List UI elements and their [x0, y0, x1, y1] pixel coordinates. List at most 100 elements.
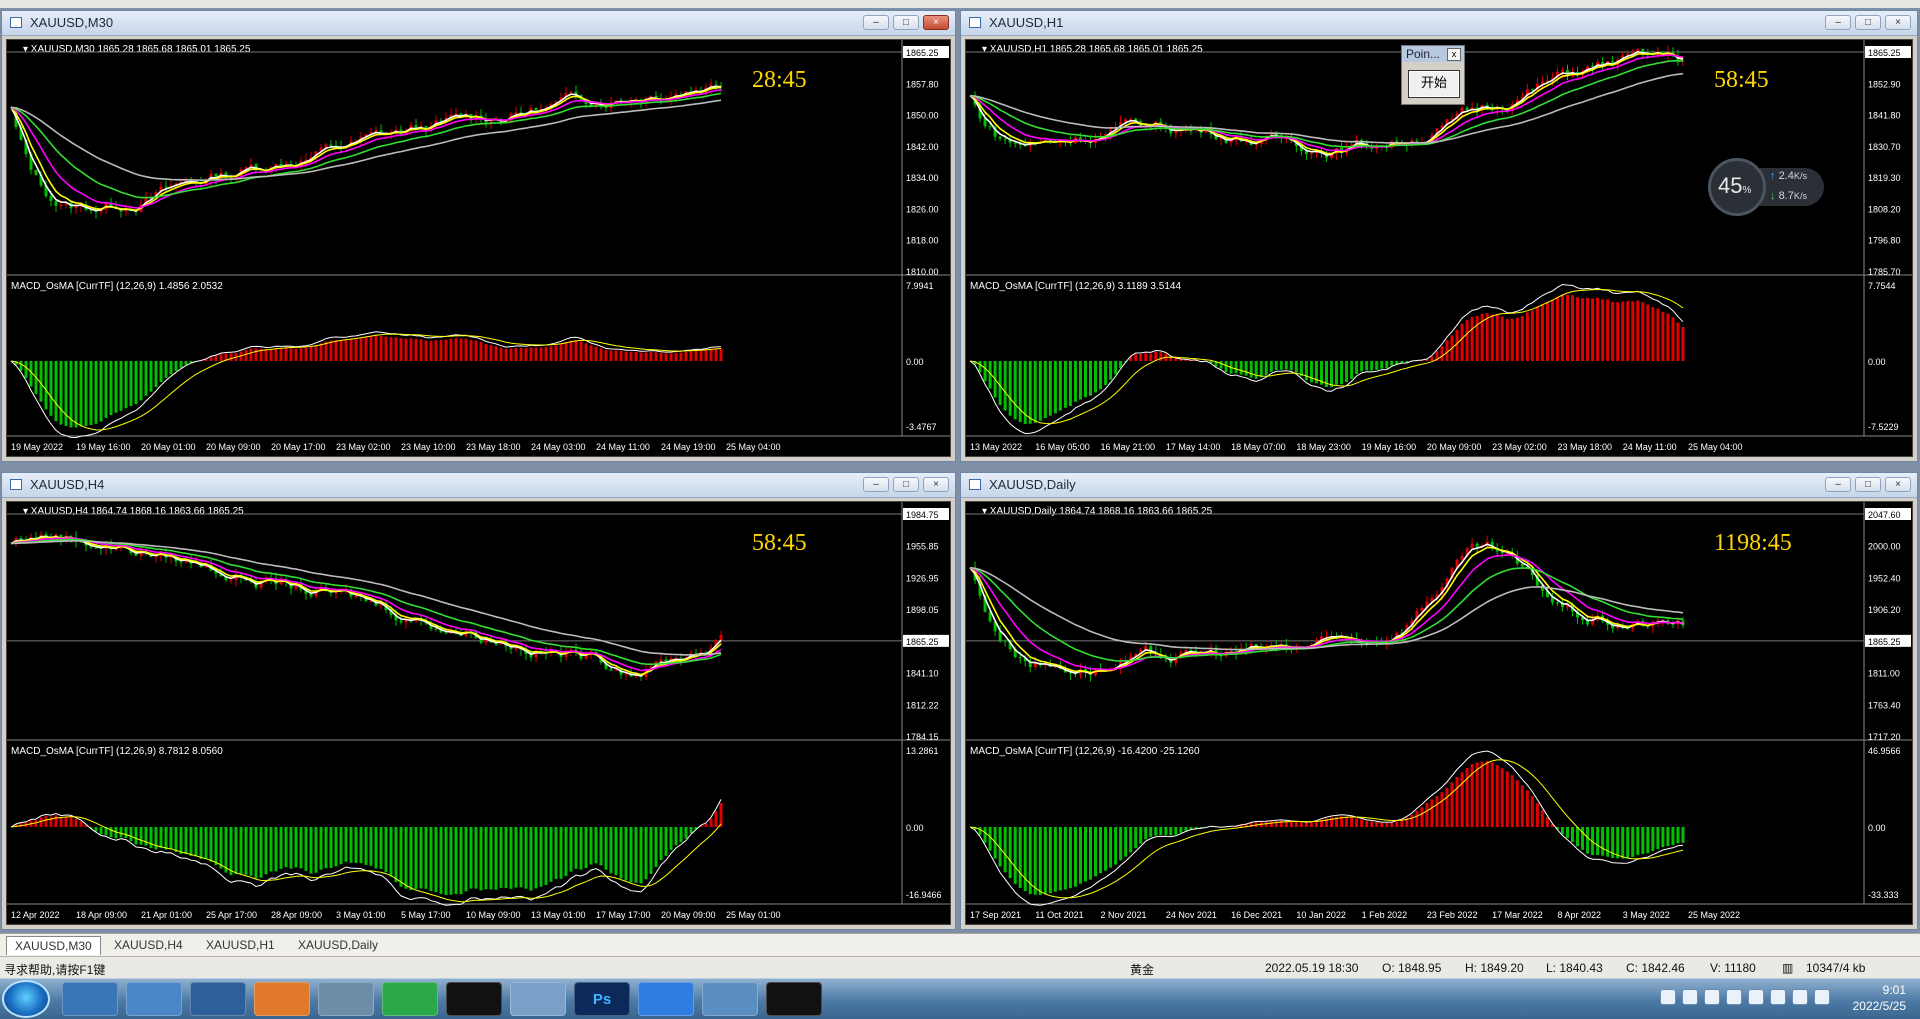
date-tick-label: 8 Apr 2022 [1557, 910, 1601, 920]
close-button[interactable]: × [1885, 477, 1911, 492]
macd-histogram [15, 803, 723, 895]
tray-icon[interactable] [1770, 989, 1786, 1005]
popup-close-button[interactable]: x [1447, 48, 1461, 61]
date-tick-label: 21 Apr 01:00 [141, 910, 192, 920]
bar-datetime: 2022.05.19 18:30 [1265, 961, 1358, 975]
tab-xauusd-daily[interactable]: XAUUSD,Daily [290, 936, 386, 954]
popup-title: Poin... [1406, 47, 1440, 61]
macd-tick-label: -33.333 [1868, 890, 1899, 900]
date-tick-label: 24 May 11:00 [1623, 442, 1677, 452]
date-tick-label: 23 May 02:00 [336, 442, 391, 452]
system-tray [1660, 989, 1830, 1005]
window-titlebar[interactable]: XAUUSD,Daily – □ × [961, 473, 1917, 498]
moving-average-line [970, 74, 1683, 143]
tray-icon[interactable] [1704, 989, 1720, 1005]
current-price-marker: 1865.25 [1868, 637, 1901, 647]
clock-time: 9:01 [1853, 982, 1906, 998]
date-tick-label: 16 May 05:00 [1035, 442, 1090, 452]
minimize-button[interactable]: – [1825, 15, 1851, 30]
maximize-button[interactable]: □ [1855, 477, 1881, 492]
moving-average-line [970, 55, 1683, 151]
window-titlebar[interactable]: XAUUSD,H1 – □ × [961, 11, 1917, 36]
network-speed-widget[interactable]: 45% ↑ 2.4K/s ↓ 8.7K/s [1708, 158, 1826, 218]
taskbar-app-photoshop[interactable]: Ps [574, 982, 630, 1016]
chart-area[interactable]: ▾ XAUUSD,M30 1865.28 1865.68 1865.01 186… [6, 39, 951, 457]
taskbar-app-classifier[interactable] [318, 982, 374, 1016]
window-title: XAUUSD,Daily [989, 477, 1076, 492]
tray-icon[interactable] [1792, 989, 1808, 1005]
price-tick-label: 1952.40 [1868, 573, 1901, 583]
current-price-marker: 1865.25 [1868, 48, 1901, 58]
maximize-button[interactable]: □ [893, 477, 919, 492]
candlesticks [15, 79, 723, 218]
date-tick-label: 23 May 18:00 [466, 442, 521, 452]
window-title: XAUUSD,H1 [989, 15, 1063, 30]
chart-area[interactable]: ▾ XAUUSD,Daily 1864.74 1868.16 1863.66 1… [965, 501, 1913, 925]
taskbar-app-media[interactable] [254, 982, 310, 1016]
taskbar-app-capcut2[interactable] [766, 982, 822, 1016]
chart-svg: ▾ XAUUSD,H4 1864.74 1868.16 1863.66 1865… [7, 502, 950, 924]
taskbar-app-display[interactable] [190, 982, 246, 1016]
tab-xauusd-m30[interactable]: XAUUSD,M30 [6, 936, 101, 955]
date-tick-label: 24 Nov 2021 [1166, 910, 1217, 920]
taskbar-clock[interactable]: 9:01 2022/5/25 [1853, 982, 1906, 1014]
chart-area[interactable]: ▾ XAUUSD,H4 1864.74 1868.16 1863.66 1865… [6, 501, 951, 925]
date-tick-label: 20 May 17:00 [271, 442, 326, 452]
taskbar-app-folder[interactable] [62, 982, 118, 1016]
minimize-button[interactable]: – [863, 15, 889, 30]
tab-xauusd-h1[interactable]: XAUUSD,H1 [198, 936, 283, 954]
macd-tick-label: 0.00 [906, 357, 924, 367]
taskbar-app-feishu[interactable] [638, 982, 694, 1016]
date-tick-label: 18 Apr 09:00 [76, 910, 127, 920]
taskbar-app-wechat[interactable] [382, 982, 438, 1016]
window-titlebar[interactable]: XAUUSD,M30 – □ × [2, 11, 955, 36]
moving-average-line [970, 548, 1683, 673]
candle-countdown-timer: 1198:45 [1714, 530, 1792, 556]
macd-tick-label: -16.9466 [906, 890, 942, 900]
taskbar-app-paint[interactable] [702, 982, 758, 1016]
date-tick-label: 16 Dec 2021 [1231, 910, 1282, 920]
download-speed: ↓ 8.7K/s [1770, 190, 1807, 202]
usage-percent: 45% [1718, 173, 1751, 199]
moving-average-line [11, 94, 721, 198]
date-tick-label: 20 May 09:00 [206, 442, 261, 452]
price-tick-label: 1784.15 [906, 732, 939, 742]
volume-icon[interactable] [1814, 989, 1830, 1005]
close-button[interactable]: × [923, 15, 949, 30]
macd-indicator-label: MACD_OsMA [CurrTF] (12,26,9) -16.4200 -2… [970, 746, 1200, 757]
price-tick-label: 1841.10 [906, 669, 939, 679]
taskbar-app-docs[interactable] [510, 982, 566, 1016]
start-button[interactable]: 开始 [1408, 70, 1460, 98]
tray-icon[interactable] [1726, 989, 1742, 1005]
chart-window-h4[interactable]: XAUUSD,H4 – □ × ▾ XAUUSD,H4 1864.74 1868… [1, 472, 956, 930]
date-tick-label: 19 May 16:00 [76, 442, 131, 452]
date-tick-label: 17 May 17:00 [596, 910, 651, 920]
window-titlebar[interactable]: XAUUSD,H4 – □ × [2, 473, 955, 498]
chart-window-daily[interactable]: XAUUSD,Daily – □ × ▾ XAUUSD,Daily 1864.7… [960, 472, 1918, 930]
chart-window-m30[interactable]: XAUUSD,M30 – □ × ▾ XAUUSD,M30 1865.28 18… [1, 10, 956, 462]
candle-countdown-timer: 58:45 [1714, 67, 1769, 93]
macd-tick-label: 7.7544 [1868, 281, 1896, 291]
macd-tick-label: -3.4767 [906, 422, 937, 432]
moving-average-line [11, 100, 721, 180]
chart-svg: ▾ XAUUSD,M30 1865.28 1865.68 1865.01 186… [7, 40, 950, 456]
status-bar: 寻求帮助,请按F1键 黄金 2022.05.19 18:30 O: 1848.9… [0, 956, 1920, 979]
tab-xauusd-h4[interactable]: XAUUSD,H4 [106, 936, 191, 954]
close-button[interactable]: × [923, 477, 949, 492]
price-tick-label: 2000.00 [1868, 542, 1901, 552]
tray-icon[interactable] [1748, 989, 1764, 1005]
maximize-button[interactable]: □ [1855, 15, 1881, 30]
taskbar-app-capcut[interactable] [446, 982, 502, 1016]
taskbar-app-explorer[interactable] [126, 982, 182, 1016]
price-tick-label: 1819.30 [1868, 173, 1901, 183]
minimize-button[interactable]: – [863, 477, 889, 492]
tray-icon[interactable] [1660, 989, 1676, 1005]
points-popup: Poin... x 开始 [1401, 45, 1465, 105]
start-button-orb[interactable] [2, 980, 50, 1018]
price-tick-label: 1810.00 [906, 267, 939, 277]
price-tick-label: 1842.00 [906, 142, 939, 152]
maximize-button[interactable]: □ [893, 15, 919, 30]
tray-icon[interactable] [1682, 989, 1698, 1005]
close-button[interactable]: × [1885, 15, 1911, 30]
minimize-button[interactable]: – [1825, 477, 1851, 492]
